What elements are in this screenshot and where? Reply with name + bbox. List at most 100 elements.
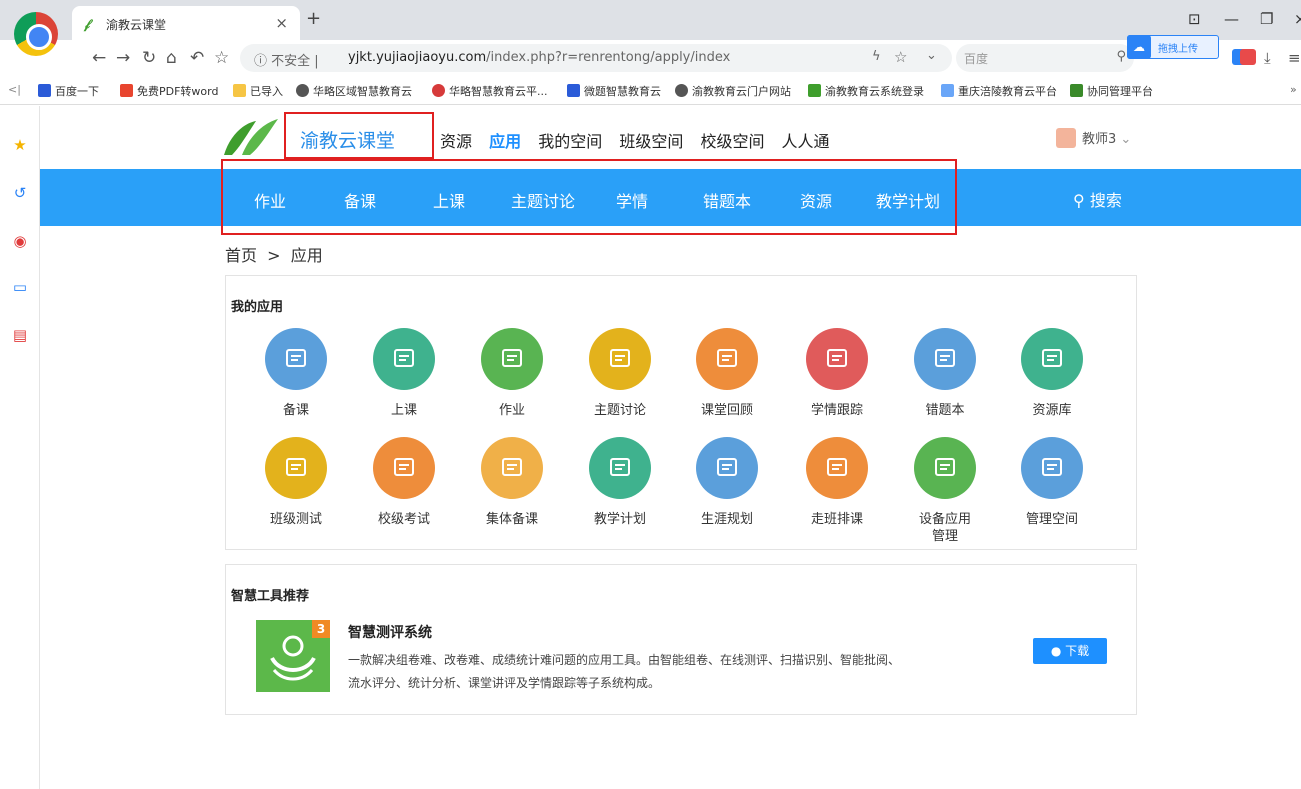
app-label: 校级考试: [377, 512, 430, 527]
download-button[interactable]: ● 下载: [1033, 638, 1107, 664]
weibo-icon[interactable]: ◉: [11, 232, 29, 250]
app-tile[interactable]: 资源库: [1002, 328, 1102, 419]
drag-upload-button[interactable]: ☁ 拖拽上传: [1127, 35, 1219, 59]
bookmark-item[interactable]: 已导入: [233, 83, 283, 99]
lesson-prep-icon: [265, 328, 327, 390]
bookmark-item[interactable]: 重庆涪陵教育云平台: [941, 83, 1057, 99]
evaluation-system-logo-icon[interactable]: 3: [256, 620, 330, 692]
bookmark-item[interactable]: 百度一下: [38, 83, 99, 99]
app-tile[interactable]: 设备应用管理: [895, 437, 995, 545]
app-label: 学情跟踪: [810, 403, 863, 418]
app-tile[interactable]: 主题讨论: [570, 328, 670, 419]
reload-icon[interactable]: ↻: [142, 48, 156, 68]
bookmarks-collapse-icon[interactable]: <|: [8, 83, 21, 96]
subnav-mistake-book[interactable]: 错题本: [703, 188, 751, 212]
app-tile[interactable]: 错题本: [895, 328, 995, 419]
manage-space-icon: [1021, 437, 1083, 499]
schedule-icon: [806, 437, 868, 499]
document-icon[interactable]: ▤: [11, 326, 29, 344]
app-tile[interactable]: 学情跟踪: [787, 328, 887, 419]
favorite-icon[interactable]: ☆: [894, 48, 907, 66]
address-bar[interactable]: ⓘ 不安全 | yjkt.yujiaojiaoyu.com/index.php?…: [240, 44, 952, 72]
app-label: 课堂回顾: [700, 403, 753, 418]
app-label: 生涯规划: [700, 512, 753, 527]
security-indicator[interactable]: ⓘ 不安全 |: [254, 50, 319, 69]
restore-icon[interactable]: ❐: [1260, 10, 1273, 28]
bookmark-item[interactable]: 华略区域智慧教育云: [296, 83, 412, 99]
search-icon[interactable]: ⚲: [1116, 49, 1126, 64]
tab-close-icon[interactable]: ×: [275, 14, 288, 32]
tool-name[interactable]: 智慧测评系统: [348, 622, 432, 642]
app-tile[interactable]: 教学计划: [570, 437, 670, 528]
app-tile[interactable]: 管理空间: [1002, 437, 1102, 528]
app-label: 集体备课: [485, 512, 538, 527]
app-tile[interactable]: 上课: [354, 328, 454, 419]
app-tile[interactable]: 课堂回顾: [677, 328, 777, 419]
browser-tab[interactable]: 𝒻 渝教云课堂 ×: [72, 6, 300, 40]
history-icon[interactable]: ↺: [11, 184, 29, 202]
bookmark-item[interactable]: 协同管理平台: [1070, 83, 1153, 99]
bookmarks-bar: <| 百度一下 免费PDF转word 已导入 华略区域智慧教育云 华略智慧教育云…: [0, 77, 1301, 105]
app-tile[interactable]: 作业: [462, 328, 562, 419]
browser-toolbar: ← → ↻ ⌂ ↶ ☆ ⓘ 不安全 | yjkt.yujiaojiaoyu.co…: [0, 40, 1301, 77]
subnav-homework[interactable]: 作业: [254, 188, 286, 212]
user-menu[interactable]: 教师3 ⌄: [1056, 128, 1131, 148]
undo-icon[interactable]: ↶: [190, 48, 204, 68]
url-text[interactable]: yjkt.yujiaojiaoyu.com/index.php?r=renren…: [348, 50, 730, 65]
subnav-lesson-prep[interactable]: 备课: [344, 188, 376, 212]
download-icon[interactable]: ⤓: [1264, 49, 1271, 67]
minimize-icon[interactable]: —: [1224, 10, 1239, 28]
site-logo-icon[interactable]: [222, 117, 284, 157]
app-label: 资源库: [1032, 403, 1072, 418]
lightning-icon[interactable]: ϟ: [872, 49, 881, 64]
app-tile[interactable]: 备课: [246, 328, 346, 419]
subnav-teaching-plan[interactable]: 教学计划: [876, 188, 940, 212]
nav-item-my-space[interactable]: 我的空间: [538, 132, 602, 151]
browser-sidebar: ★ ↺ ◉ ▭ ▤: [0, 106, 40, 789]
dropdown-icon[interactable]: ⌄: [926, 48, 937, 63]
nav-item-apps[interactable]: 应用: [489, 132, 521, 151]
bookmark-item[interactable]: 微题智慧教育云: [567, 83, 661, 99]
app-tile[interactable]: 生涯规划: [677, 437, 777, 528]
subnav-learning-status[interactable]: 学情: [616, 188, 648, 212]
subnav-teaching[interactable]: 上课: [433, 188, 465, 212]
home-icon[interactable]: ⌂: [166, 48, 177, 68]
search-engine-box[interactable]: 百度 ⚲: [956, 44, 1134, 72]
subnav-discussion[interactable]: 主题讨论: [511, 188, 575, 212]
discussion-icon: [589, 328, 651, 390]
more-bookmarks-icon[interactable]: »: [1290, 83, 1297, 96]
bookmark-item[interactable]: 华略智慧教育云平...: [432, 83, 548, 99]
my-apps-panel: 我的应用 备课 上课 作业 主题讨论 课堂回顾 学情跟踪 错题本 资源库 班级测试 校级考试 集体备…: [225, 275, 1137, 550]
new-tab-icon[interactable]: +: [306, 8, 321, 29]
reading-mode-icon[interactable]: ⊡: [1188, 10, 1201, 28]
upload-label: 拖拽上传: [1158, 44, 1198, 55]
nav-item-class-space[interactable]: 班级空间: [619, 132, 683, 151]
app-tile[interactable]: 走班排课: [787, 437, 887, 528]
tracking-icon: [806, 328, 868, 390]
tool-description: 一款解决组卷难、改卷难、成绩统计难问题的应用工具。由智能组卷、在线测评、扫描识别…: [348, 653, 901, 690]
nav-item-resources[interactable]: 资源: [440, 132, 472, 151]
pdf-extension-icon[interactable]: [1240, 49, 1256, 65]
nav-item-renrentong[interactable]: 人人通: [782, 132, 830, 151]
app-tile[interactable]: 集体备课: [462, 437, 562, 528]
site-name[interactable]: 渝教云课堂: [300, 126, 395, 153]
bookmark-item[interactable]: 渝教教育云系统登录: [808, 83, 924, 99]
browser-tab-strip: 𝒻 渝教云课堂 × + ⊡ — ❐ ×: [0, 0, 1301, 40]
subnav-resources[interactable]: 资源: [800, 188, 832, 212]
favorites-icon[interactable]: ★: [11, 136, 29, 154]
close-window-icon[interactable]: ×: [1294, 10, 1301, 28]
menu-icon[interactable]: ≡: [1288, 49, 1301, 67]
bookmark-item[interactable]: 渝教教育云门户网站: [675, 83, 791, 99]
nav-item-school-space[interactable]: 校级空间: [700, 132, 764, 151]
app-tile[interactable]: 班级测试: [246, 437, 346, 528]
tools-title: 智慧工具推荐: [231, 589, 310, 604]
card-icon[interactable]: ▭: [11, 278, 29, 296]
forward-icon[interactable]: →: [116, 48, 130, 68]
bookmark-star-icon[interactable]: ☆: [214, 48, 229, 68]
back-icon[interactable]: ←: [92, 48, 106, 68]
app-label: 错题本: [925, 403, 965, 418]
app-tile[interactable]: 校级考试: [354, 437, 454, 528]
site-search-button[interactable]: ⚲ 搜索: [1073, 187, 1122, 211]
chevron-down-icon: ⌄: [1120, 132, 1132, 147]
bookmark-item[interactable]: 免费PDF转word: [120, 83, 218, 99]
